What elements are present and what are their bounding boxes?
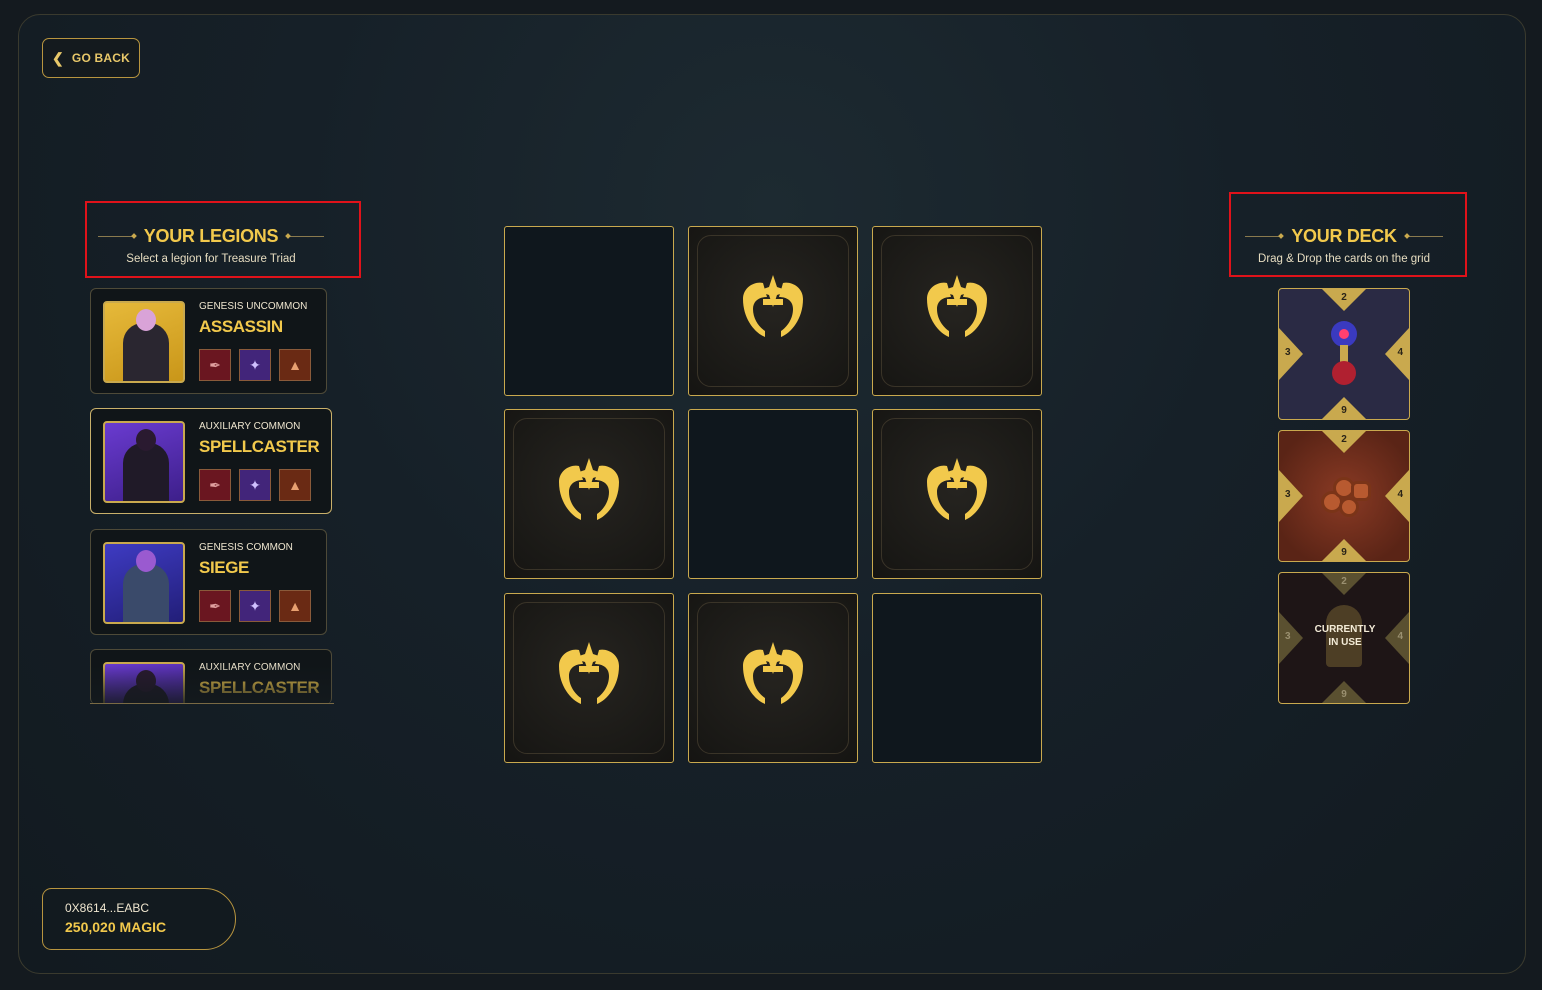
crystal-icon[interactable]: ✦ [239,469,271,501]
legion-name: SPELLCASTER [199,678,320,697]
treasure-logo-icon [927,275,987,349]
legion-card[interactable]: AUXILIARY COMMON SPELLCASTER [90,649,332,704]
logs-icon [1321,473,1373,519]
deck-header: YOUR DECK Drag & Drop the cards on the g… [1229,226,1459,265]
board-cell-empty[interactable] [688,409,858,579]
treasure-logo-icon [559,458,619,532]
legion-portrait [103,421,185,503]
deck-title: YOUR DECK [1291,226,1397,246]
ornament-line [288,236,325,237]
board-cell-filled[interactable] [872,226,1042,396]
deck-card[interactable]: 2 9 3 4 [1278,430,1410,562]
board-cell-filled[interactable] [688,593,858,763]
card-bottom-value: 9 [1341,405,1347,416]
treasure-logo-icon [559,642,619,716]
legion-type: GENESIS UNCOMMON [199,301,308,312]
card-top-value: 2 [1341,434,1347,445]
board-cell-empty[interactable] [872,593,1042,763]
card-right-value: 4 [1397,489,1403,500]
board-cell-filled[interactable] [872,409,1042,579]
legion-type: AUXILIARY COMMON [199,421,301,432]
ore-icon[interactable]: ▲ [279,469,311,501]
quill-icon[interactable]: ✒ [199,349,231,381]
quill-icon[interactable]: ✒ [199,469,231,501]
quill-icon[interactable]: ✒ [199,590,231,622]
card-left-value: 3 [1285,489,1291,500]
go-back-button[interactable]: ❮ GO BACK [42,38,140,78]
card-bottom-value: 9 [1341,689,1347,700]
board-cell-filled[interactable] [504,409,674,579]
legion-type: GENESIS COMMON [199,542,293,553]
card-top-value: 2 [1341,292,1347,303]
legion-card[interactable]: GENESIS COMMON SIEGE ✒ ✦ ▲ [90,529,327,635]
crystal-icon[interactable]: ✦ [239,349,271,381]
currently-in-use-label: CURRENTLY IN USE [1314,624,1376,648]
ore-icon[interactable]: ▲ [279,349,311,381]
go-back-label: GO BACK [71,51,130,65]
legions-subtitle: Select a legion for Treasure Triad [126,253,296,265]
card-right-value: 4 [1397,347,1403,358]
legions-title: YOUR LEGIONS [143,226,279,246]
treasure-logo-icon [743,642,803,716]
deck-card[interactable]: 2 9 3 4 [1278,288,1410,420]
legions-header: YOUR LEGIONS Select a legion for Treasur… [85,226,337,265]
legion-type: AUXILIARY COMMON [199,662,301,673]
card-left-value: 3 [1285,631,1291,642]
legion-card[interactable]: GENESIS UNCOMMON ASSASSIN ✒ ✦ ▲ [90,288,327,394]
ornament-line [97,236,134,237]
treasure-logo-icon [743,275,803,349]
card-right-value: 4 [1397,631,1403,642]
ornament-line [1406,236,1443,237]
wallet-badge[interactable]: 0X8614...EABC 250,020 MAGIC [42,888,236,950]
board-cell-filled[interactable] [688,226,858,396]
treasure-logo-icon [927,458,987,532]
deck-card: 2 9 3 4 CURRENTLY IN USE [1278,572,1410,704]
chevron-left-icon: ❮ [51,49,64,66]
card-left-value: 3 [1285,347,1291,358]
card-top-value: 2 [1341,576,1347,587]
ore-icon[interactable]: ▲ [279,590,311,622]
legion-portrait [103,542,185,624]
magic-balance: 250,020 MAGIC [65,919,167,935]
board-cell-filled[interactable] [504,593,674,763]
ornament-line [1245,236,1282,237]
board-cell-empty[interactable] [504,226,674,396]
legion-card[interactable]: AUXILIARY COMMON SPELLCASTER ✒ ✦ ▲ [90,408,332,514]
card-bottom-value: 9 [1341,547,1347,558]
list-divider [90,703,334,704]
crystal-icon[interactable]: ✦ [239,590,271,622]
deck-subtitle: Drag & Drop the cards on the grid [1258,253,1430,265]
legion-portrait [103,301,185,383]
legion-name: ASSASSIN [199,317,283,336]
totem-icon [1331,321,1357,389]
wallet-address: 0X8614...EABC [65,901,150,915]
legion-name: SIEGE [199,558,249,577]
legion-portrait [103,662,185,704]
legion-name: SPELLCASTER [199,437,320,456]
